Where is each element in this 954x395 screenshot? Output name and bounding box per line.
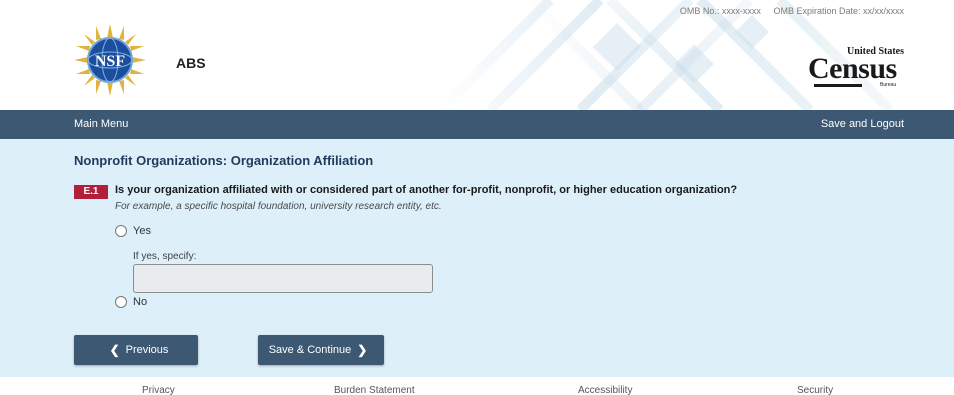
save-and-logout-link[interactable]: Save and Logout <box>821 118 904 130</box>
privacy-link[interactable]: Privacy <box>142 385 175 395</box>
no-radio[interactable] <box>115 296 127 308</box>
save-continue-button[interactable]: Save & Continue ❯ <box>258 335 384 365</box>
no-option[interactable]: No <box>115 296 147 308</box>
main-content: Nonprofit Organizations: Organization Af… <box>0 139 954 377</box>
accessibility-link[interactable]: Accessibility <box>578 385 632 395</box>
header: OMB No.: xxxx-xxxx OMB Expiration Date: … <box>0 0 954 110</box>
question-hint: For example, a specific hospital foundat… <box>115 201 442 212</box>
main-menu-link[interactable]: Main Menu <box>74 118 128 130</box>
question-text: Is your organization affiliated with or … <box>115 184 738 196</box>
yes-option[interactable]: Yes <box>115 225 151 237</box>
page: OMB No.: xxxx-xxxx OMB Expiration Date: … <box>0 0 954 395</box>
nsf-logo-text: NSF <box>95 53 125 70</box>
previous-button[interactable]: ❮ Previous <box>74 335 198 365</box>
security-link[interactable]: Security <box>797 385 833 395</box>
omb-number: OMB No.: xxxx-xxxx <box>679 6 761 16</box>
nav-bar: Main Menu Save and Logout <box>0 110 954 139</box>
app-title: ABS <box>176 55 206 71</box>
omb-expiration: OMB Expiration Date: xx/xx/xxxx <box>773 6 904 16</box>
specify-input[interactable] <box>133 264 433 293</box>
yes-radio[interactable] <box>115 225 127 237</box>
previous-label: Previous <box>125 344 169 356</box>
burden-statement-link[interactable]: Burden Statement <box>334 385 415 395</box>
census-logo-bar <box>814 84 862 87</box>
specify-label: If yes, specify: <box>133 251 197 262</box>
no-label: No <box>133 296 148 308</box>
section-title: Nonprofit Organizations: Organization Af… <box>74 153 374 168</box>
save-continue-label: Save & Continue <box>268 344 352 356</box>
census-logo-sub: Bureau <box>880 82 897 88</box>
census-logo: Census <box>808 52 897 85</box>
yes-label: Yes <box>133 225 151 237</box>
question-number-badge: E.1 <box>74 185 108 199</box>
omb-info: OMB No.: xxxx-xxxx OMB Expiration Date: … <box>670 6 904 16</box>
nsf-logo: NSF <box>74 24 146 96</box>
footer: Privacy Burden Statement Accessibility S… <box>0 377 954 395</box>
chevron-right-icon: ❯ <box>357 343 368 357</box>
chevron-left-icon: ❮ <box>109 343 120 357</box>
